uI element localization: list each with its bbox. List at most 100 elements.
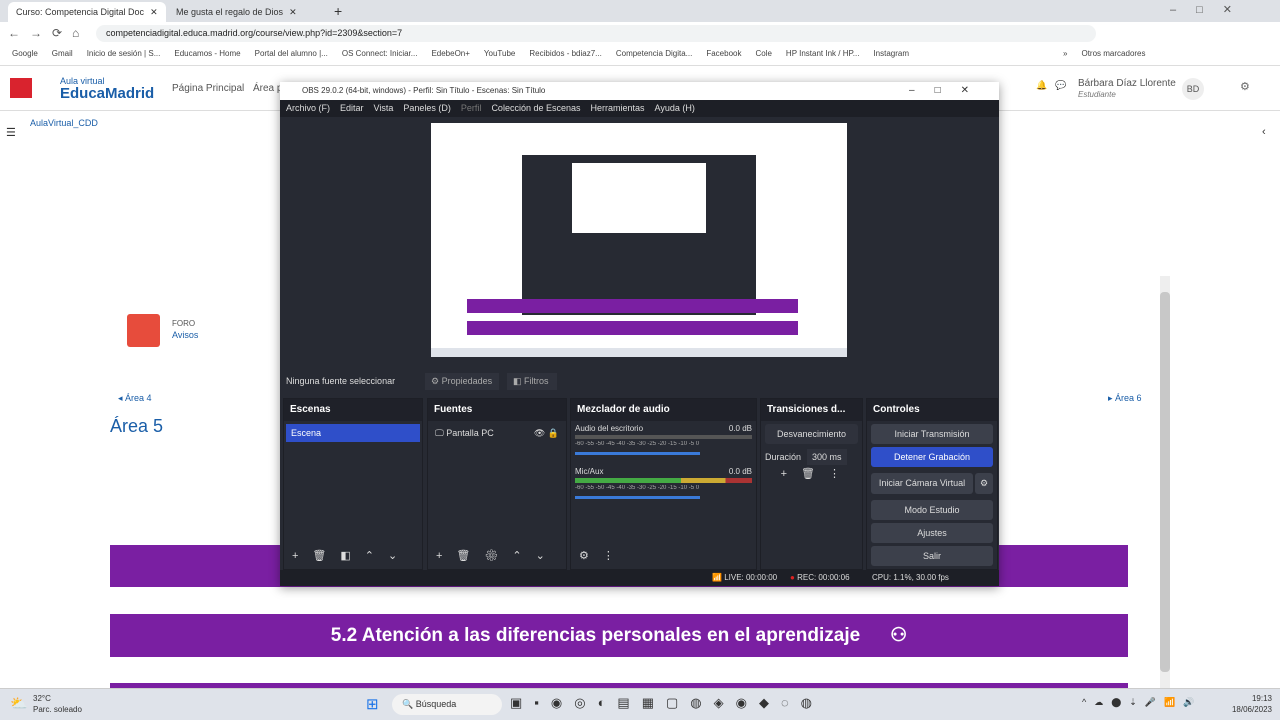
obs-status-bar: 📶 LIVE: 00:00:00 ● REC: 00:00:06 CPU: 1.… [280, 570, 999, 586]
tab-regalo[interactable]: Me gusta el regalo de Dios ✕ [168, 2, 326, 22]
bookmarks-bar: Google Gmail Inicio de sesión | S... Educam… [0, 45, 1280, 66]
live-status: 📶 LIVE: 00:00:00 [712, 573, 778, 582]
weather-temp[interactable]: 32°C [33, 694, 51, 703]
clock-date[interactable]: 18/06/2023 [1222, 705, 1272, 714]
transition-select[interactable]: Desvanecimiento [765, 424, 858, 444]
bookmark[interactable]: Educamos - Home [174, 49, 240, 61]
madrid-logo-icon [10, 78, 32, 98]
transitions-dock: Transiciones d... Desvanecimiento Duraci… [760, 398, 863, 570]
forum-icon [127, 314, 160, 347]
mixer-toolbar[interactable]: ⚙⋮ [579, 549, 628, 562]
bookmark[interactable]: HP Instant Ink / HP... [786, 49, 860, 61]
channel-db: 0.0 dB [728, 467, 752, 476]
bookmark[interactable]: Recibidos - bdiaz7... [529, 49, 601, 61]
bookmark[interactable]: Gmail [52, 49, 73, 61]
search-box[interactable]: 🔍 Búsqueda [392, 694, 502, 715]
volume-slider[interactable] [575, 452, 700, 455]
url-input[interactable]: competenciadigital.educa.madrid.org/cour… [96, 25, 1096, 42]
block-drawer-icon[interactable]: ‹ [1262, 126, 1266, 138]
volume-slider[interactable] [575, 496, 700, 499]
menu-archivo[interactable]: Archivo (F) [286, 103, 330, 114]
avatar[interactable]: BD [1182, 78, 1204, 100]
filters-button[interactable]: ◧ Filtros [507, 373, 557, 390]
duration-label: Duración [765, 452, 802, 462]
gear-icon[interactable]: ⚙ [975, 473, 993, 494]
window-controls[interactable]: –□✕ [1170, 3, 1252, 16]
taskbar-apps[interactable]: ▣▪◉◎◐▤▦▢◍◈◉◆◌◍ [510, 695, 824, 711]
cpu-status: CPU: 1.1%, 30.00 fps [872, 573, 949, 582]
banner-text: 5.2 Atención a las diferencias personale… [330, 624, 861, 646]
no-source-label: Ninguna fuente seleccionar [286, 376, 396, 386]
channel-desktop: Audio del escritorio 0.0 dB -60 -55 -50 -… [571, 421, 756, 458]
menu-coleccion[interactable]: Colección de Escenas [491, 103, 580, 114]
studio-mode-button[interactable]: Modo Estudio [871, 500, 993, 520]
menu-paneles[interactable]: Paneles (D) [403, 103, 451, 114]
bookmark[interactable]: Competencia Digita... [616, 49, 692, 61]
settings-button[interactable]: Ajustes [871, 523, 993, 543]
live-time: LIVE: 00:00:00 [724, 573, 778, 582]
controls-dock: Controles Iniciar Transmisión Detener Gr… [866, 398, 998, 570]
menu-herramientas[interactable]: Herramientas [591, 103, 645, 114]
system-tray[interactable]: ^☁⬤⇣🎤📶🔊 [1082, 697, 1202, 708]
prev-section-link[interactable]: ◂ Área 4 [118, 393, 152, 404]
properties-button[interactable]: ⚙ Propiedades [425, 373, 499, 390]
breadcrumb[interactable]: AulaVirtual_CDD [30, 118, 98, 128]
transition-toolbar[interactable]: +🗑⋮ [761, 467, 862, 480]
scene-toolbar[interactable]: +🗑◧⌃⌄ [292, 549, 411, 562]
preview-canvas[interactable] [431, 123, 847, 357]
exit-button[interactable]: Salir [871, 546, 993, 566]
bookmark[interactable]: OS Connect: Iniciar... [342, 49, 418, 61]
channel-name: Mic/Aux [575, 467, 604, 476]
source-item[interactable]: 🖵 Pantalla PC 👁 🔒 [430, 424, 564, 443]
bookmark[interactable]: Portal del alumno |... [255, 49, 328, 61]
bookmark[interactable]: Inicio de sesión | S... [87, 49, 161, 61]
close-icon[interactable]: ✕ [289, 7, 297, 18]
scene-item[interactable]: Escena [286, 424, 420, 442]
meter-scale: -60 -55 -50 -45 -40 -35 -30 -25 -20 -15 … [575, 441, 700, 447]
new-tab-button[interactable]: + [334, 3, 342, 19]
start-button[interactable]: ⊞ [366, 695, 379, 713]
address-bar-row: ←→⟳⌂ competenciadigital.educa.madrid.org… [0, 22, 1280, 45]
menu-vista[interactable]: Vista [374, 103, 394, 114]
other-bookmarks[interactable]: Otros marcadores [1081, 49, 1145, 61]
notification-icons[interactable]: 🔔💬 [1036, 80, 1074, 91]
menu-editar[interactable]: Editar [340, 103, 364, 114]
bookmark[interactable]: YouTube [484, 49, 515, 61]
site-logo[interactable]: EducaMadrid [60, 85, 154, 102]
clock-time[interactable]: 19:13 [1222, 694, 1272, 703]
nav-home[interactable]: Página Principal [172, 83, 244, 94]
tab-curso[interactable]: Curso: Competencia Digital Doc ✕ [8, 2, 166, 22]
bookmark[interactable]: Google [12, 49, 38, 61]
start-streaming-button[interactable]: Iniciar Transmisión [871, 424, 993, 444]
stop-recording-button[interactable]: Detener Grabación [871, 447, 993, 467]
menu-ayuda[interactable]: Ayuda (H) [655, 103, 695, 114]
weather-desc[interactable]: Parc. soleado [33, 705, 82, 714]
virtual-camera-button[interactable]: Iniciar Cámara Virtual [871, 473, 973, 494]
tab-label: Curso: Competencia Digital Doc [16, 7, 145, 17]
bookmark[interactable]: Facebook [706, 49, 741, 61]
properties-label: Propiedades [441, 376, 493, 386]
bookmark[interactable]: Cole [755, 49, 771, 61]
scrollbar-thumb[interactable] [1160, 292, 1170, 672]
drawer-toggle-icon[interactable]: ☰ [6, 126, 16, 139]
forum-label: FORO [172, 319, 196, 328]
scrollbar[interactable] [1160, 276, 1170, 688]
duration-input[interactable]: 300 ms [807, 449, 847, 465]
scenes-title: Escenas [284, 399, 422, 421]
settings-icon[interactable]: ⚙ [1240, 80, 1250, 93]
nav-buttons[interactable]: ←→⟳⌂ [8, 26, 89, 40]
sources-title: Fuentes [428, 399, 566, 421]
window-controls[interactable]: –□✕ [909, 85, 989, 96]
next-section-link[interactable]: ▸ Área 6 [1108, 393, 1142, 404]
visibility-lock-icons[interactable]: 👁 🔒 [534, 428, 559, 439]
menu-perfil[interactable]: Perfil [461, 103, 482, 114]
close-icon[interactable]: ✕ [150, 7, 158, 18]
user-name[interactable]: Bárbara Díaz Llorente [1078, 78, 1176, 89]
more-bookmarks[interactable]: » [1063, 49, 1067, 61]
forum-link[interactable]: Avisos [172, 330, 198, 340]
source-toolbar[interactable]: +🗑⚙⌃⌄ [436, 549, 559, 562]
scenes-dock: Escenas Escena +🗑◧⌃⌄ [283, 398, 423, 570]
nav-area[interactable]: Área p [253, 83, 282, 94]
bookmark[interactable]: Instagram [873, 49, 909, 61]
bookmark[interactable]: EdebeOn+ [431, 49, 469, 61]
